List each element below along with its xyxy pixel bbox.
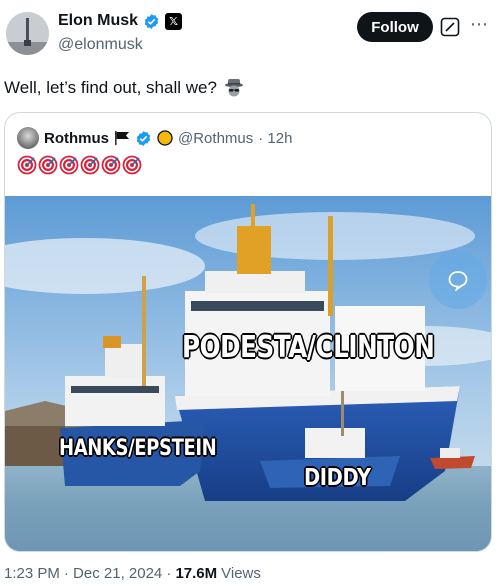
- ships-meme-image: [5, 196, 491, 551]
- direct-hit-icon: [122, 155, 142, 175]
- quote-time[interactable]: · 12h: [258, 130, 292, 147]
- quote-media-image[interactable]: PODESTA/CLINTON HANKS/EPSTEIN DIDDY: [5, 196, 491, 551]
- direct-hit-icon: [38, 155, 58, 175]
- grok-icon[interactable]: [440, 17, 460, 37]
- quote-author-name[interactable]: Rothmus: [44, 130, 109, 147]
- author-handle[interactable]: @elonmusk: [58, 36, 143, 54]
- image-label-medium-ship: HANKS/EPSTEIN: [59, 436, 217, 461]
- more-icon[interactable]: ⋯: [470, 14, 489, 35]
- tweet-header: Elon Musk 𝕏 @elonmusk Follow ⋯: [0, 0, 500, 70]
- quote-header: Rothmus @Rothmus · 12h: [17, 127, 292, 149]
- direct-hit-icon: [17, 155, 37, 175]
- x-logo-icon: 𝕏: [165, 12, 183, 30]
- verified-badge-icon: [136, 130, 151, 146]
- follow-button[interactable]: Follow: [357, 12, 433, 42]
- views-label: Views: [221, 565, 261, 582]
- author-name-row: Elon Musk 𝕏: [58, 12, 183, 30]
- verified-badge-icon: [144, 13, 159, 29]
- gold-circle-icon: [157, 130, 173, 146]
- direct-hit-icon: [101, 155, 121, 175]
- tweet-text: Well, let’s find out, shall we?: [4, 78, 217, 97]
- author-name[interactable]: Elon Musk: [58, 12, 138, 30]
- tweet-text-row: Well, let’s find out, shall we?: [4, 77, 245, 99]
- chat-bubble-icon[interactable]: [429, 251, 487, 309]
- author-avatar[interactable]: [6, 12, 49, 55]
- quote-avatar[interactable]: [17, 127, 39, 149]
- black-flag-icon: [115, 131, 129, 145]
- tweet-meta: 1:23 PM · Dec 21, 2024 · 17.6M Views: [4, 565, 261, 582]
- quoted-tweet[interactable]: Rothmus @Rothmus · 12h PODESTA/CLINTON H…: [4, 112, 492, 552]
- image-label-big-ship: PODESTA/CLINTON: [182, 330, 435, 365]
- image-label-small-boat: DIDDY: [304, 465, 371, 491]
- views-count: 17.6M: [175, 565, 218, 582]
- target-emoji-row: [17, 155, 142, 175]
- direct-hit-icon: [59, 155, 79, 175]
- detective-icon: [224, 79, 243, 97]
- post-time[interactable]: 1:23 PM: [4, 565, 60, 582]
- direct-hit-icon: [80, 155, 100, 175]
- quote-handle: @Rothmus: [178, 129, 254, 147]
- post-date[interactable]: · Dec 21, 2024 ·: [64, 565, 172, 582]
